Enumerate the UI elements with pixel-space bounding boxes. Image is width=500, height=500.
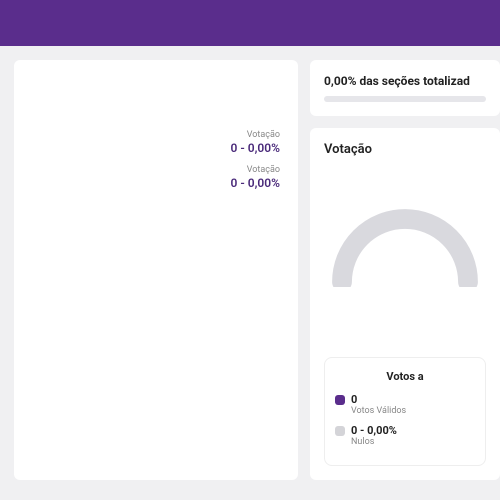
legend-sub: Votos Válidos [351, 406, 406, 416]
sections-title: 0,00% das seções totalizad [324, 74, 486, 88]
square-icon [335, 426, 345, 436]
legend-card: Votos a 0 Votos Válidos 0 - 0,00% Nulos [324, 357, 486, 466]
legend-item-nulos: 0 - 0,00% Nulos [335, 424, 475, 447]
header-bar [0, 0, 500, 46]
votacao-card: Votação Votos a 0 Votos Válidos [310, 128, 500, 480]
vote-label: Votação [231, 165, 280, 175]
vote-row: Votação 0 - 0,00% [231, 130, 280, 155]
sections-card: 0,00% das seções totalizad [310, 60, 500, 116]
legend-value: 0 [351, 393, 406, 406]
vote-value: 0 - 0,00% [231, 141, 280, 155]
vote-row: Votação 0 - 0,00% [231, 165, 280, 190]
vote-rows: Votação 0 - 0,00% Votação 0 - 0,00% [231, 130, 280, 200]
gauge-chart [324, 167, 486, 287]
legend-value: 0 - 0,00% [351, 424, 397, 437]
legend-title: Votos a [335, 370, 475, 383]
votacao-title: Votação [324, 142, 486, 157]
results-panel: Votação 0 - 0,00% Votação 0 - 0,00% [14, 60, 298, 480]
legend-sub: Nulos [351, 437, 397, 447]
main-content: Votação 0 - 0,00% Votação 0 - 0,00% 0,00… [0, 46, 500, 494]
right-panel: 0,00% das seções totalizad Votação Votos… [310, 60, 500, 480]
legend-item-validos: 0 Votos Válidos [335, 393, 475, 416]
vote-value: 0 - 0,00% [231, 176, 280, 190]
progress-bar [324, 96, 486, 102]
vote-label: Votação [231, 130, 280, 140]
square-icon [335, 395, 345, 405]
